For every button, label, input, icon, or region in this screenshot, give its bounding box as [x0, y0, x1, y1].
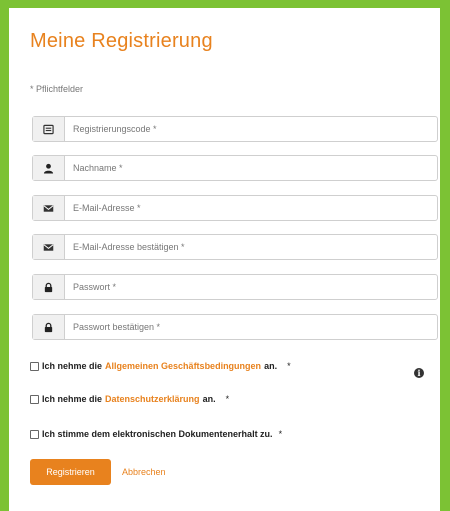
envelope-icon: [33, 196, 65, 220]
registration-panel: Meine Registrierung * Pflichtfelder Regi…: [9, 8, 440, 511]
password-input[interactable]: [65, 275, 437, 299]
registration-code-field: [32, 116, 438, 142]
documents-text: Ich stimme dem elektronischen Dokumenten…: [42, 429, 273, 439]
required-star: *: [225, 394, 230, 404]
privacy-checkbox[interactable]: [30, 394, 39, 404]
lock-icon: [33, 275, 65, 299]
privacy-suffix: an.: [202, 394, 216, 404]
required-note: * Pflichtfelder: [30, 84, 84, 94]
email-field: [32, 195, 438, 221]
required-star: *: [278, 429, 283, 439]
cancel-link[interactable]: Abbrechen: [122, 467, 166, 477]
privacy-link[interactable]: Datenschutzerklärung: [105, 394, 200, 404]
terms-text: Ich nehme die: [42, 361, 103, 371]
required-star: *: [287, 361, 291, 371]
info-icon[interactable]: i: [414, 368, 424, 378]
envelope-icon: [33, 235, 65, 259]
documents-checkbox[interactable]: [30, 429, 39, 439]
terms-checkbox[interactable]: [30, 361, 39, 371]
password-confirm-input[interactable]: [65, 315, 437, 339]
registration-code-input[interactable]: [65, 117, 437, 141]
id-card-icon: [33, 117, 65, 141]
page-title: Meine Registrierung: [30, 30, 213, 52]
password-confirm-field: [32, 314, 438, 340]
email-input[interactable]: [65, 196, 437, 220]
lastname-input[interactable]: [65, 156, 437, 180]
privacy-row: Ich nehme die Datenschutzerklärung an. *: [30, 394, 229, 404]
email-confirm-field: [32, 234, 438, 260]
password-field: [32, 274, 438, 300]
lastname-field: [32, 155, 438, 181]
terms-link[interactable]: Allgemeinen Geschäftsbedingungen: [105, 361, 261, 371]
privacy-text: Ich nehme die: [42, 394, 103, 404]
documents-row: Ich stimme dem elektronischen Dokumenten…: [30, 429, 282, 439]
user-icon: [33, 156, 65, 180]
register-button[interactable]: Registrieren: [30, 459, 111, 485]
lock-icon: [33, 315, 65, 339]
terms-row: Ich nehme die Allgemeinen Geschäftsbedin…: [30, 361, 291, 371]
terms-suffix: an.: [264, 361, 278, 371]
email-confirm-input[interactable]: [65, 235, 437, 259]
